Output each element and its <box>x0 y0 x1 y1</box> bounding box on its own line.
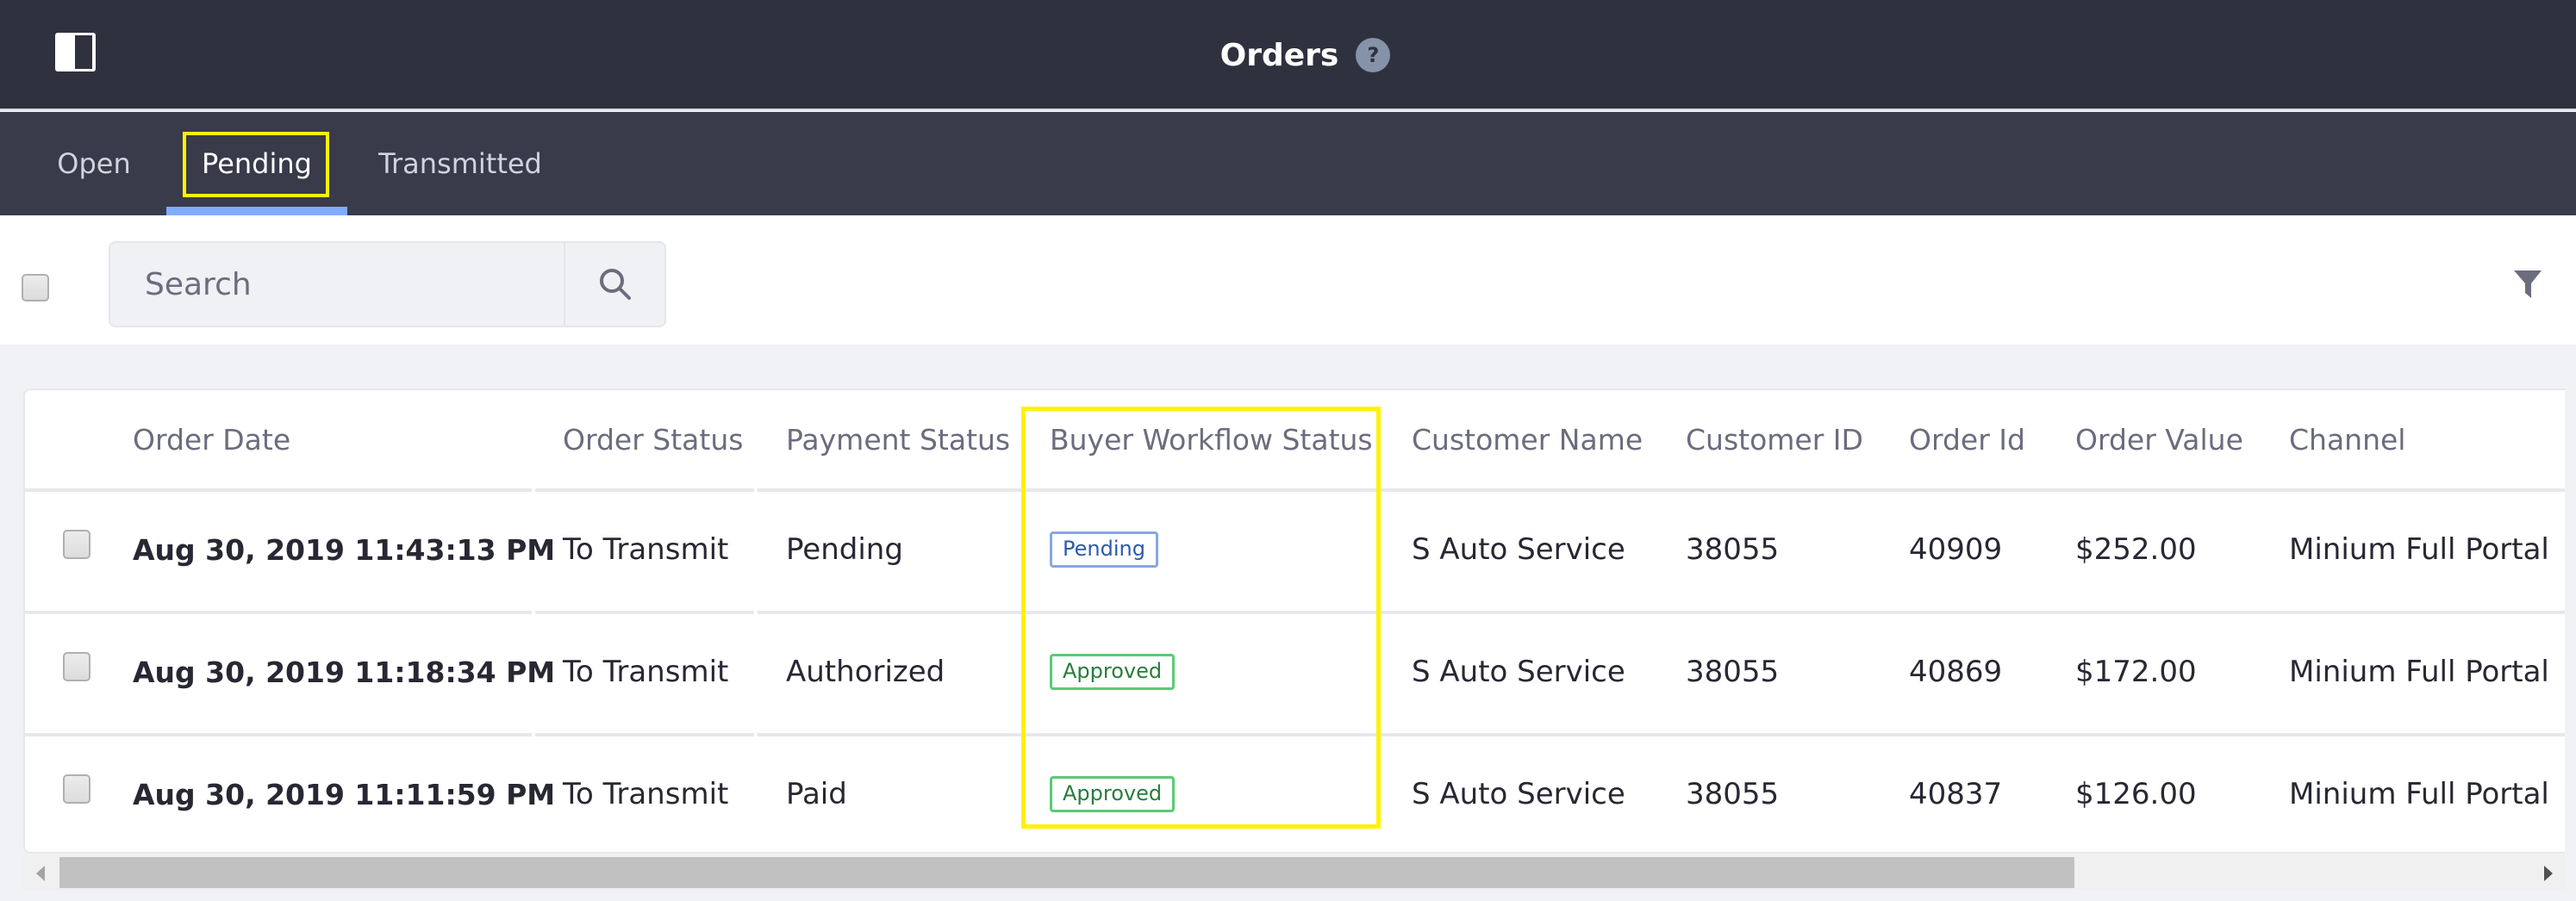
horizontal-scrollbar[interactable] <box>23 855 2565 890</box>
page-title: Orders <box>1219 37 1339 73</box>
tab-transmitted[interactable]: Transmitted <box>362 112 558 215</box>
order-id: 40869 <box>1909 655 2003 689</box>
tabs-bar: Open Pending Transmitted <box>0 112 2576 215</box>
search-icon <box>599 269 631 300</box>
row-checkbox[interactable] <box>63 652 90 681</box>
status-badge: Approved <box>1050 654 1176 690</box>
order-status: To Transmit <box>563 777 729 811</box>
payment-status: Pending <box>786 532 903 567</box>
management-toolbar <box>0 215 2576 345</box>
table-row[interactable]: Aug 30, 2019 11:11:59 PM To Transmit Pai… <box>25 733 2565 852</box>
column-header-channel[interactable]: Channel <box>2289 390 2405 488</box>
order-status: To Transmit <box>563 655 729 689</box>
customer-id: 38055 <box>1686 777 1780 811</box>
order-id: 40837 <box>1909 777 2003 811</box>
channel: Minium Full Portal <box>2289 655 2549 689</box>
channel: Minium Full Portal <box>2289 532 2549 567</box>
order-status: To Transmit <box>563 532 729 567</box>
column-header-order-date[interactable]: Order Date <box>133 390 290 488</box>
order-date[interactable]: Aug 30, 2019 11:43:13 PM <box>133 488 555 611</box>
search-button[interactable] <box>564 243 664 326</box>
scrollbar-thumb[interactable] <box>59 857 2074 888</box>
customer-name: S Auto Service <box>1412 777 1625 811</box>
buyer-workflow-status-cell: Pending <box>1050 488 1158 611</box>
buyer-workflow-status-cell: Approved <box>1050 733 1176 852</box>
customer-name: S Auto Service <box>1412 655 1625 689</box>
filter-icon <box>2514 270 2542 298</box>
order-value: $252.00 <box>2075 532 2197 567</box>
column-header-buyer-workflow-status[interactable]: Buyer Workflow Status <box>1050 390 1373 488</box>
scroll-right-arrow-icon[interactable] <box>2544 866 2553 881</box>
payment-status: Authorized <box>786 655 945 689</box>
filter-button[interactable] <box>2512 267 2543 301</box>
order-date[interactable]: Aug 30, 2019 11:18:34 PM <box>133 611 555 733</box>
customer-id: 38055 <box>1686 655 1780 689</box>
active-tab-indicator <box>166 207 347 215</box>
order-value: $126.00 <box>2075 777 2197 811</box>
column-header-order-status[interactable]: Order Status <box>563 390 743 488</box>
scroll-left-arrow-icon[interactable] <box>36 866 45 881</box>
app-header: Orders ? <box>0 0 2576 110</box>
channel: Minium Full Portal <box>2289 777 2549 811</box>
row-checkbox[interactable] <box>63 530 90 559</box>
order-id: 40909 <box>1909 532 2003 567</box>
status-badge: Approved <box>1050 776 1176 812</box>
select-all-checkbox[interactable] <box>22 274 49 301</box>
column-header-payment-status[interactable]: Payment Status <box>786 390 1010 488</box>
table-row[interactable]: Aug 30, 2019 11:18:34 PM To Transmit Aut… <box>25 611 2565 733</box>
column-header-customer-name[interactable]: Customer Name <box>1412 390 1643 488</box>
search-box <box>109 241 666 327</box>
table-header-row: Order Date Order Status Payment Status B… <box>25 390 2565 488</box>
buyer-workflow-status-cell: Approved <box>1050 611 1176 733</box>
help-icon[interactable]: ? <box>1356 38 1391 72</box>
tab-pending[interactable]: Pending <box>166 112 347 215</box>
order-value: $172.00 <box>2075 655 2197 689</box>
search-input[interactable] <box>110 243 564 326</box>
row-checkbox[interactable] <box>63 774 90 804</box>
status-badge: Pending <box>1050 531 1158 568</box>
column-header-customer-id[interactable]: Customer ID <box>1686 390 1863 488</box>
column-header-order-value[interactable]: Order Value <box>2075 390 2243 488</box>
table-row[interactable]: Aug 30, 2019 11:43:13 PM To Transmit Pen… <box>25 488 2565 611</box>
customer-id: 38055 <box>1686 532 1780 567</box>
orders-table: Order Date Order Status Payment Status B… <box>23 388 2565 854</box>
customer-name: S Auto Service <box>1412 532 1625 567</box>
tab-open[interactable]: Open <box>34 112 153 215</box>
column-header-order-id[interactable]: Order Id <box>1909 390 2025 488</box>
order-date[interactable]: Aug 30, 2019 11:11:59 PM <box>133 733 555 852</box>
payment-status: Paid <box>786 777 847 811</box>
title-area: Orders ? <box>0 0 2576 110</box>
